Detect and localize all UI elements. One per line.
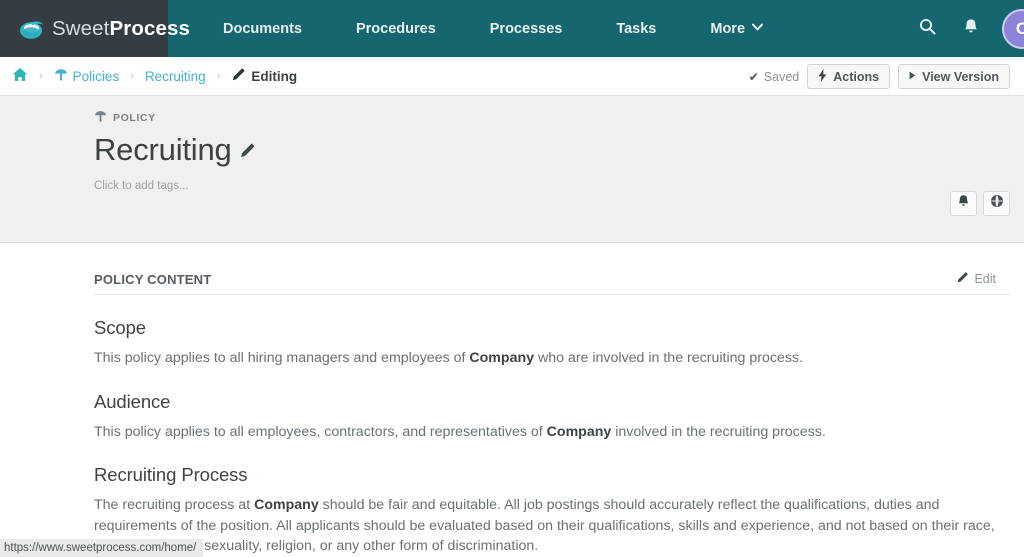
nav-item-label: Processes [489, 20, 563, 37]
breadcrumb-label: Editing [251, 68, 298, 84]
nav-item-label: Procedures [355, 20, 436, 37]
chevron-down-icon [752, 23, 764, 34]
paragraph-post: who are involved in the recruiting proce… [534, 350, 803, 366]
document-header: POLICY Recruiting Click to add tags... [0, 96, 1024, 243]
search-button[interactable] [908, 10, 946, 48]
lightning-bolt-icon [818, 68, 827, 85]
breadcrumb-label: Policies [72, 68, 120, 84]
save-status: ✔ Saved [749, 70, 800, 84]
top-navigation-bar: SweetProcess Documents Procedures Proces… [0, 0, 1024, 57]
breadcrumb-actions: ✔ Saved Actions View Version [749, 57, 1010, 96]
save-status-label: Saved [763, 69, 800, 84]
breadcrumb-item-recruiting[interactable]: Recruiting [142, 69, 209, 84]
paragraph-bold: Company [254, 497, 319, 513]
policy-body: Scope This policy applies to all hiring … [94, 317, 1024, 557]
breadcrumb-item-policies[interactable]: Policies [51, 68, 123, 85]
view-version-button[interactable]: View Version [898, 64, 1010, 89]
sweetprocess-swirl-icon [18, 16, 44, 42]
document-type-label: POLICY [113, 112, 156, 124]
nav-item-more[interactable]: More [683, 0, 790, 57]
nav-right-cluster: C [908, 0, 1024, 57]
tree-icon [54, 68, 68, 85]
nav-item-procedures[interactable]: Procedures [329, 0, 463, 57]
breadcrumb-separator: › [130, 70, 134, 82]
breadcrumb-bar: › Policies › Recruiting › Editing ✔ Save… [0, 57, 1024, 96]
notifications-button[interactable] [952, 10, 990, 48]
bell-icon [957, 194, 970, 213]
add-tags-placeholder: Click to add tags... [94, 179, 189, 192]
paragraph-bold: Company [469, 350, 535, 366]
breadcrumb-separator: › [216, 70, 221, 82]
paragraph-pre: This policy applies to all employees, co… [94, 423, 547, 440]
title-edit-pencil-icon[interactable] [239, 142, 256, 159]
add-tags-field[interactable]: Click to add tags... [94, 180, 1024, 192]
breadcrumb: › Policies › Recruiting › Editing [9, 67, 300, 85]
nav-item-processes[interactable]: Processes [463, 0, 590, 57]
document-type-kicker: POLICY [94, 110, 1024, 126]
paragraph-post: involved in the recruiting process. [611, 423, 826, 440]
brand-logo[interactable]: SweetProcess [0, 0, 190, 57]
edit-content-label: Edit [974, 272, 996, 286]
nav-item-label: Tasks [616, 20, 657, 37]
content-heading-scope: Scope [94, 317, 146, 338]
search-icon [919, 18, 936, 40]
breadcrumb-home[interactable] [9, 67, 31, 85]
main-nav-items: Documents Procedures Processes Tasks Mor… [168, 0, 790, 57]
nav-item-tasks[interactable]: Tasks [589, 0, 683, 57]
document-header-actions [950, 191, 1010, 216]
policy-content-section-header: POLICY CONTENT Edit [94, 243, 1010, 295]
user-avatar[interactable]: C [1002, 8, 1024, 49]
avatar-initial: C [1015, 18, 1024, 38]
nav-item-documents[interactable]: Documents [196, 0, 329, 57]
breadcrumb-separator: › [39, 70, 43, 82]
pencil-icon [956, 271, 969, 287]
policy-content-area: POLICY CONTENT Edit Scope This policy ap… [0, 243, 1024, 557]
paragraph-pre: This policy applies to all hiring manage… [94, 350, 470, 366]
paragraph-bold: Company [546, 423, 612, 440]
actions-button-label: Actions [833, 69, 880, 84]
notify-button[interactable] [950, 191, 977, 216]
content-heading-audience: Audience [94, 390, 171, 412]
home-icon [12, 67, 28, 85]
browser-status-bar-url: https://www.sweetprocess.com/home/ [0, 539, 204, 557]
content-paragraph-recruiting-process: The recruiting process at Company should… [94, 495, 1008, 557]
brand-name-light: Sweet [52, 16, 110, 40]
breadcrumb-label: Recruiting [144, 68, 206, 84]
globe-icon [990, 194, 1004, 213]
nav-item-label: More [710, 20, 746, 37]
document-title-row: Recruiting [94, 131, 1024, 170]
content-paragraph-scope: This policy applies to all hiring manage… [94, 348, 1008, 369]
paragraph-pre: The recruiting process at [94, 497, 255, 513]
edit-content-button[interactable]: Edit [956, 271, 996, 287]
content-heading-recruiting-process: Recruiting Process [94, 464, 248, 485]
globe-button[interactable] [983, 191, 1010, 216]
actions-button[interactable]: Actions [807, 64, 891, 89]
pencil-icon [231, 67, 246, 85]
play-triangle-icon [909, 71, 916, 83]
bell-icon [963, 18, 979, 40]
breadcrumb-item-editing: Editing [228, 67, 300, 85]
content-paragraph-audience: This policy applies to all employees, co… [94, 422, 1008, 443]
check-icon: ✔ [748, 69, 759, 84]
tree-icon [94, 110, 107, 126]
view-version-button-label: View Version [922, 69, 999, 84]
nav-item-label: Documents [223, 20, 302, 37]
section-title: POLICY CONTENT [94, 272, 212, 287]
page-title: Recruiting [94, 132, 232, 167]
